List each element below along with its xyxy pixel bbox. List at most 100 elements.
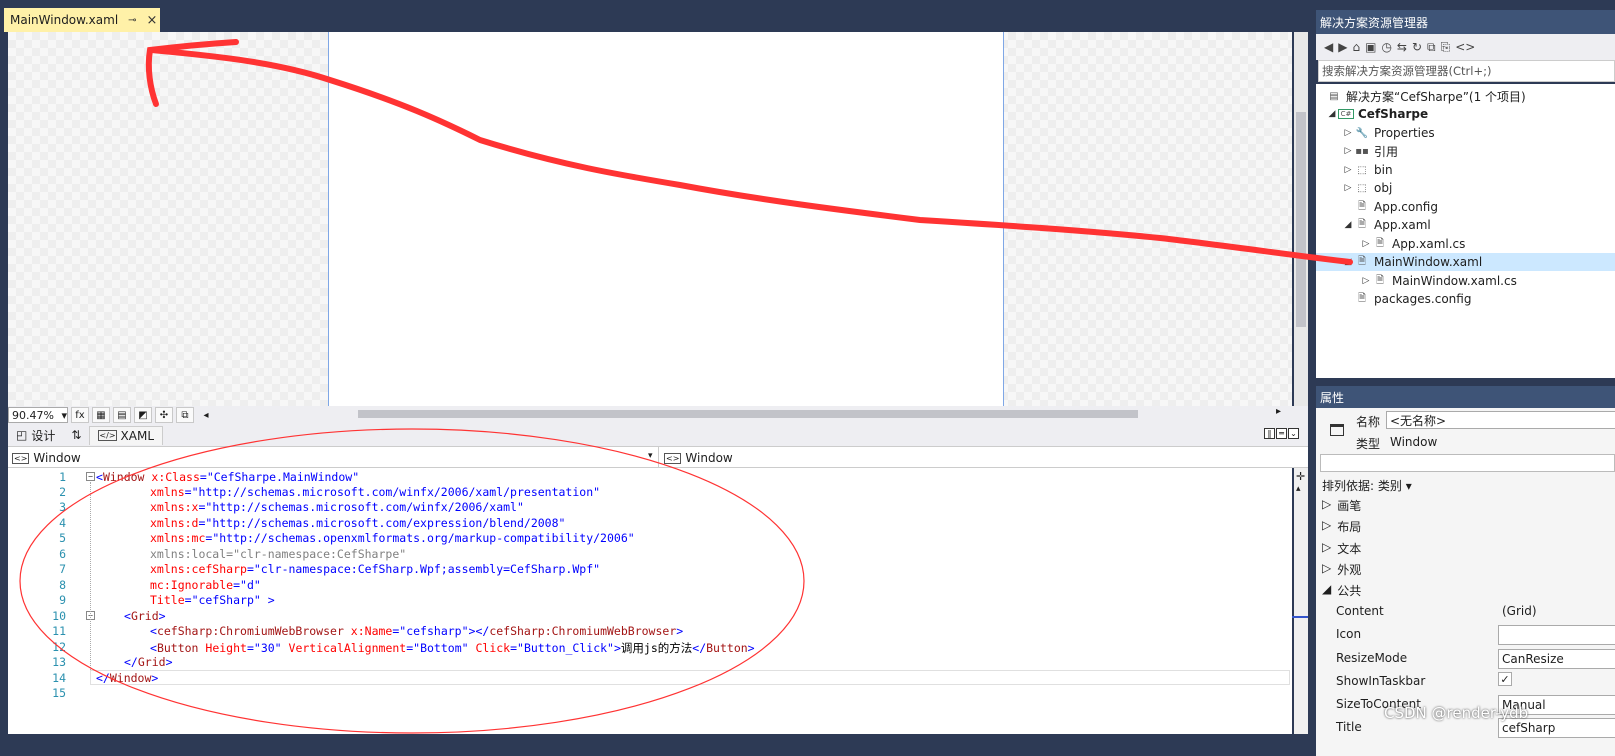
tree-item-app-xaml[interactable]: ◢ 🗎 App.xaml	[1316, 216, 1615, 234]
editor-vertical-scrollbar[interactable]: ✛ ▴	[1292, 468, 1308, 734]
effects-icon[interactable]: ⧉	[176, 407, 194, 423]
pending-changes-icon[interactable]: ◷	[1381, 40, 1391, 54]
swap-panes-button[interactable]: ⇅	[63, 426, 89, 444]
window-canvas[interactable]	[328, 32, 1004, 408]
tree-item-packages-config[interactable]: 🗎 packages.config	[1316, 290, 1615, 308]
element-combo-right[interactable]: <> Window	[664, 449, 733, 467]
scroll-up-icon[interactable]: ▴	[1296, 484, 1301, 494]
pin-icon[interactable]: ⊸	[128, 15, 136, 26]
collapse-pane-icon[interactable]: ⌄	[1288, 428, 1299, 439]
name-input[interactable]: <无名称>	[1386, 411, 1615, 429]
tree-item-solution[interactable]: ▤ 解决方案“CefSharpe”(1 个项目)	[1316, 87, 1615, 105]
category-appearance[interactable]: ▷ 外观	[1322, 561, 1361, 578]
property-search-input[interactable]	[1320, 454, 1615, 472]
code-line: xmlns:d="http://schemas.microsoft.com/ex…	[150, 516, 566, 530]
close-icon[interactable]: ×	[147, 13, 158, 28]
category-label: 文本	[1337, 542, 1362, 556]
tree-item-references[interactable]: ▷ ▪▪ 引用	[1316, 142, 1615, 160]
category-layout[interactable]: ▷ 布局	[1322, 518, 1361, 535]
scroll-thumb[interactable]	[358, 410, 1138, 418]
tree-item-app-config[interactable]: 🗎 App.config	[1316, 198, 1615, 216]
line-number: 2	[59, 485, 66, 499]
expanded-icon[interactable]: ◢	[1326, 109, 1338, 119]
tree-item-bin[interactable]: ▷ ⬚ bin	[1316, 161, 1615, 179]
collapsed-icon: ▷	[1322, 540, 1332, 554]
tree-item-mainwindow-xaml-cs[interactable]: ▷ 🗎 MainWindow.xaml.cs	[1316, 272, 1615, 290]
category-brush[interactable]: ▷ 画笔	[1322, 497, 1361, 514]
expanded-icon[interactable]: ◢	[1342, 257, 1354, 267]
collapsed-icon: ▷	[1322, 561, 1332, 575]
collapsed-icon[interactable]: ▷	[1342, 165, 1354, 175]
show-all-files-icon[interactable]: ⎘	[1441, 40, 1451, 55]
tree-item-properties[interactable]: ▷ 🔧 Properties	[1316, 124, 1615, 142]
prop-select-resizemode[interactable]: CanResize	[1498, 649, 1615, 669]
horizontal-split-icon[interactable]: ═	[1276, 428, 1287, 439]
prop-label-icon: Icon	[1336, 627, 1362, 641]
sort-by-dropdown[interactable]: 排列依据: 类别 ▾	[1322, 477, 1412, 494]
tree-item-label: App.xaml.cs	[1392, 237, 1466, 251]
scroll-left-icon[interactable]: ◂	[197, 407, 215, 423]
scroll-right-icon[interactable]: ▸	[1276, 406, 1281, 417]
back-icon[interactable]: ◀	[1324, 40, 1333, 54]
type-label: 类型	[1356, 437, 1381, 451]
tree-item-obj[interactable]: ▷ ⬚ obj	[1316, 179, 1615, 197]
window-type-icon	[1330, 424, 1344, 436]
chevron-down-icon: ▾	[1405, 479, 1412, 493]
vertical-split-icon[interactable]: ‖	[1264, 428, 1275, 439]
code-line: xmlns:cefSharp="clr-namespace:CefSharp.W…	[150, 562, 601, 576]
artboard-icon[interactable]: ◩	[134, 407, 152, 423]
cs-file-icon: 🗎	[1375, 274, 1385, 286]
tree-item-label: bin	[1374, 163, 1393, 177]
prop-checkbox-showintaskbar[interactable]: ✓	[1498, 672, 1512, 686]
solution-search-input[interactable]: 搜索解决方案资源管理器(Ctrl+;)	[1318, 60, 1615, 82]
zoom-select[interactable]: 90.47% ▾	[8, 407, 68, 423]
category-text[interactable]: ▷ 文本	[1322, 540, 1361, 557]
chevron-down-icon[interactable]: ▾	[648, 451, 653, 461]
refresh-icon[interactable]: ↻	[1412, 40, 1422, 54]
line-number: 11	[52, 624, 66, 638]
prop-label-resizemode: ResizeMode	[1336, 651, 1408, 665]
collapsed-icon[interactable]: ▷	[1360, 276, 1372, 286]
zoom-value: 90.47%	[12, 408, 54, 422]
xaml-code-editor[interactable]: 1 2 3 4 5 6 7 8 9 10 11 12 13 14 15 − − …	[8, 468, 1292, 734]
scroll-thumb[interactable]	[1296, 112, 1306, 327]
code-line: Title="cefSharp" >	[150, 593, 275, 607]
design-surface[interactable]	[8, 32, 1292, 408]
tree-item-project[interactable]: ◢ C# CefSharpe	[1316, 105, 1615, 123]
collapse-all-icon[interactable]: ⧉	[1427, 40, 1436, 55]
element-combo-left[interactable]: <> Window	[12, 449, 81, 467]
code-line: </Window>	[96, 671, 159, 685]
tree-item-app-xaml-cs[interactable]: ▷ 🗎 App.xaml.cs	[1316, 235, 1615, 253]
designer-horizontal-scrollbar[interactable]: ▸	[220, 406, 1290, 420]
prop-input-icon[interactable]	[1498, 625, 1615, 645]
tree-item-mainwindow-xaml[interactable]: ◢ 🗎 MainWindow.xaml	[1316, 253, 1615, 271]
tab-design[interactable]: ◰ 设计	[8, 425, 63, 446]
config-file-icon: 🗎	[1357, 200, 1367, 212]
sync-icon[interactable]: ⇆	[1397, 40, 1407, 54]
grid-icon[interactable]: ▦	[92, 407, 110, 423]
forward-icon[interactable]: ▶	[1338, 40, 1347, 54]
snap-grid-icon[interactable]: ▤	[113, 407, 131, 423]
collapsed-icon[interactable]: ▷	[1342, 146, 1354, 156]
switch-views-icon[interactable]: ▣	[1365, 40, 1376, 54]
collapse-icon[interactable]: −	[86, 472, 95, 481]
code-view-icon[interactable]: <>	[1455, 40, 1475, 54]
collapsed-icon[interactable]: ▷	[1360, 239, 1372, 249]
collapsed-icon[interactable]: ▷	[1342, 183, 1354, 193]
collapsed-icon[interactable]: ▷	[1342, 128, 1354, 138]
tree-item-label: App.xaml	[1374, 218, 1431, 232]
csharp-project-icon: C#	[1338, 109, 1354, 119]
category-common[interactable]: ◢ 公共	[1322, 582, 1361, 599]
designer-vertical-scrollbar[interactable]	[1294, 32, 1308, 408]
expanded-icon[interactable]: ◢	[1342, 220, 1354, 230]
document-tab-mainwindow[interactable]: MainWindow.xaml ⊸ ×	[4, 8, 160, 32]
category-label: 布局	[1337, 520, 1362, 534]
tab-xaml[interactable]: </> XAML	[89, 425, 163, 445]
home-icon[interactable]: ⌂	[1352, 40, 1360, 54]
fx-button[interactable]: fx	[71, 407, 89, 423]
snap-lines-icon[interactable]: ✣	[155, 407, 173, 423]
add-split-icon[interactable]: ✛	[1296, 470, 1305, 483]
wrench-icon: 🔧	[1355, 127, 1369, 139]
type-value: Window	[1390, 435, 1438, 449]
code-line: <Window x:Class="CefSharpe.MainWindow"	[96, 470, 360, 484]
